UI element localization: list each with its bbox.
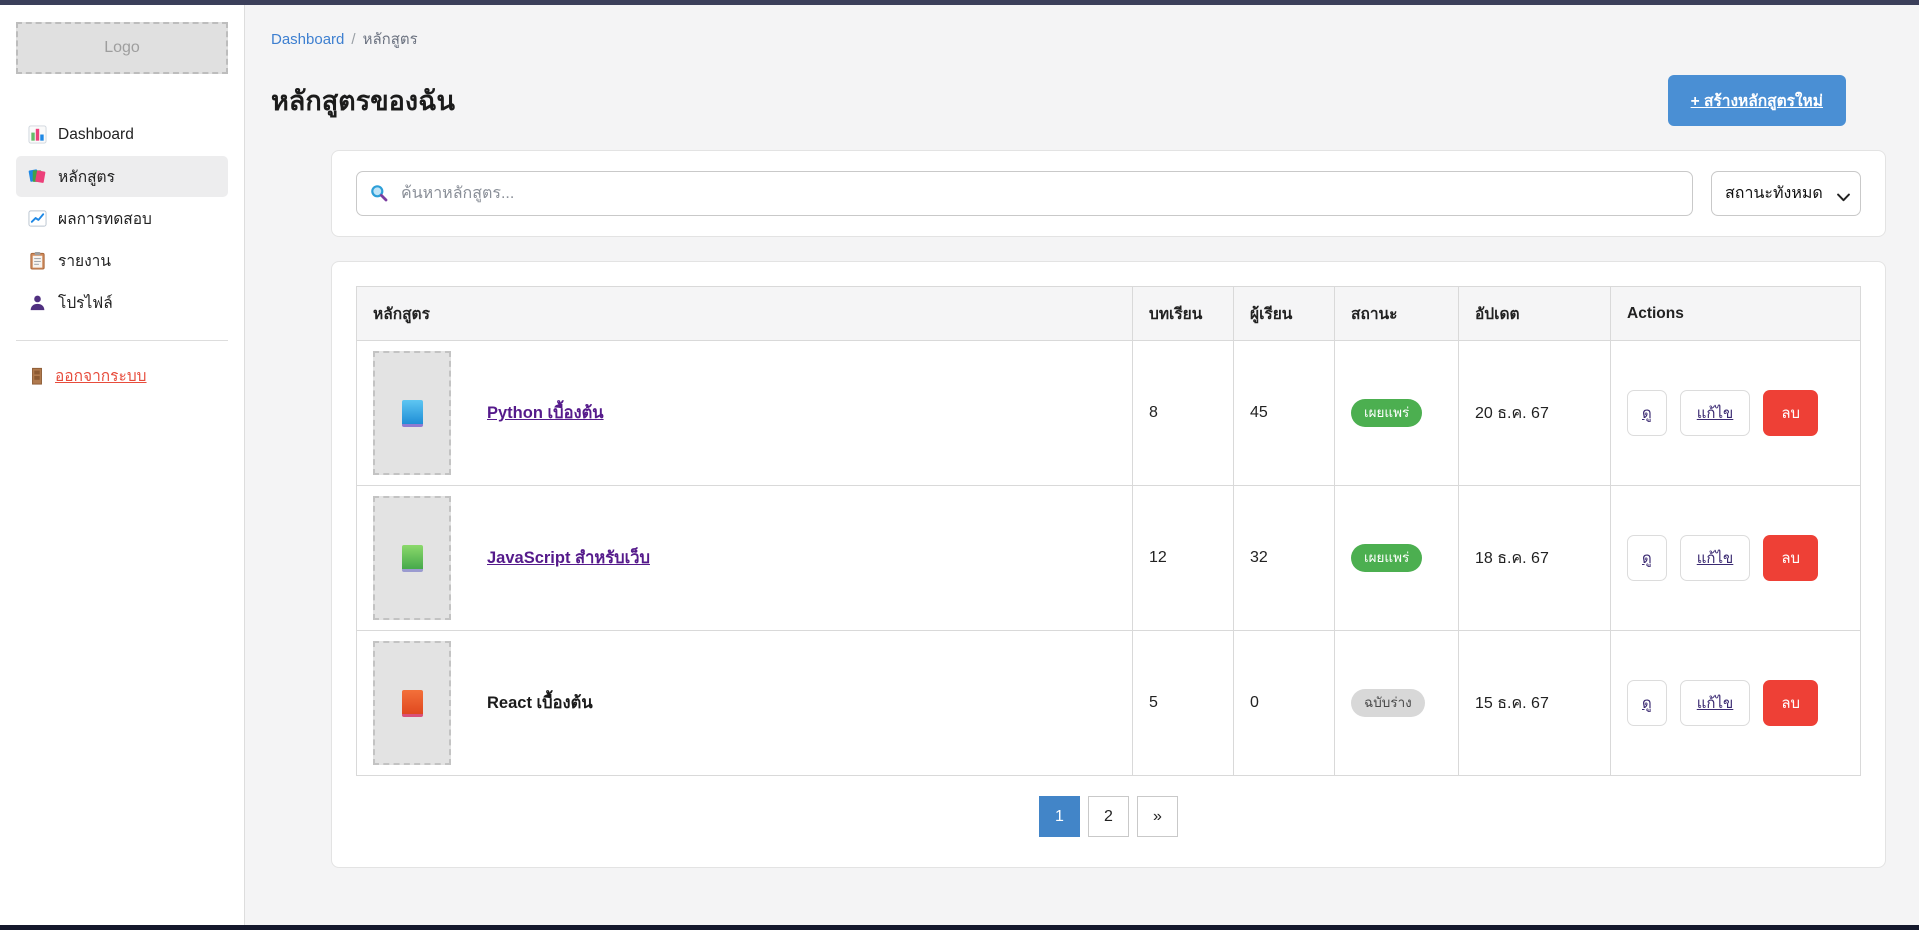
search-icon	[369, 183, 389, 203]
status-badge: เผยแพร่	[1351, 399, 1422, 427]
edit-button[interactable]: แก้ไข	[1680, 535, 1751, 581]
filter-bar: สถานะทั้งหมด	[331, 150, 1886, 237]
sidebar-item-profile[interactable]: โปรไฟล์	[16, 282, 228, 323]
edit-button[interactable]: แก้ไข	[1680, 390, 1751, 436]
course-cell: JavaScript สำหรับเว็บ	[373, 496, 1116, 620]
header-lessons: บทเรียน	[1133, 287, 1234, 341]
lessons-count: 5	[1133, 631, 1234, 776]
course-title-text: React เบื้องต้น	[487, 690, 593, 716]
table-header-row: หลักสูตร บทเรียน ผู้เรียน สถานะ อัปเดต A…	[357, 287, 1861, 341]
sidebar-item-reports[interactable]: รายงาน	[16, 240, 228, 281]
courses-table: หลักสูตร บทเรียน ผู้เรียน สถานะ อัปเดต A…	[356, 286, 1861, 776]
table-row: Python เบื้องต้น 8 45 เผยแพร่ 20 ธ.ค. 67…	[357, 341, 1861, 486]
logout-link[interactable]: ออกจากระบบ	[28, 363, 147, 388]
bottom-accent-bar	[0, 925, 1919, 930]
pagination: 1 2 »	[356, 796, 1861, 837]
page-title: หลักสูตรของฉัน	[271, 79, 455, 122]
bar-chart-icon	[28, 125, 47, 144]
delete-button[interactable]: ลบ	[1763, 535, 1818, 581]
header-students: ผู้เรียน	[1234, 287, 1335, 341]
line-chart-icon	[28, 209, 47, 228]
header-course: หลักสูตร	[357, 287, 1133, 341]
course-thumbnail-placeholder	[373, 351, 451, 475]
status-badge: เผยแพร่	[1351, 544, 1422, 572]
course-thumbnail-placeholder	[373, 641, 451, 765]
logo-text: Logo	[104, 39, 140, 57]
courses-table-card: หลักสูตร บทเรียน ผู้เรียน สถานะ อัปเดต A…	[331, 261, 1886, 868]
course-cell: Python เบื้องต้น	[373, 351, 1116, 475]
actions-cell: ดู แก้ไข ลบ	[1627, 680, 1844, 726]
door-icon	[28, 367, 46, 385]
sidebar-nav: Dashboard หลักสูตร ผลการทดสอบ รายงาน	[16, 114, 228, 324]
sidebar-item-dashboard[interactable]: Dashboard	[16, 114, 228, 155]
logout-label: ออกจากระบบ	[55, 363, 147, 388]
create-course-button[interactable]: + สร้างหลักสูตรใหม่	[1668, 75, 1846, 126]
table-row: JavaScript สำหรับเว็บ 12 32 เผยแพร่ 18 ธ…	[357, 486, 1861, 631]
course-title-link[interactable]: Python เบื้องต้น	[487, 400, 604, 426]
view-button[interactable]: ดู	[1627, 680, 1667, 726]
header-status: สถานะ	[1335, 287, 1459, 341]
sidebar-item-label: ผลการทดสอบ	[58, 206, 152, 231]
breadcrumb-separator: /	[351, 31, 355, 48]
person-icon	[28, 293, 47, 312]
delete-button[interactable]: ลบ	[1763, 680, 1818, 726]
view-button[interactable]: ดู	[1627, 535, 1667, 581]
pagination-next[interactable]: »	[1137, 796, 1178, 837]
actions-cell: ดู แก้ไข ลบ	[1627, 535, 1844, 581]
students-count: 45	[1234, 341, 1335, 486]
breadcrumb: Dashboard / หลักสูตร	[271, 27, 1886, 51]
search-wrap	[356, 171, 1693, 216]
sidebar: Logo Dashboard หลักสูตร ผลการทดสอบ	[0, 5, 245, 925]
books-icon	[28, 167, 47, 186]
status-filter-wrap: สถานะทั้งหมด	[1711, 171, 1861, 216]
view-button[interactable]: ดู	[1627, 390, 1667, 436]
green-book-icon	[402, 545, 423, 572]
lessons-count: 8	[1133, 341, 1234, 486]
students-count: 32	[1234, 486, 1335, 631]
status-filter-select[interactable]: สถานะทั้งหมด	[1711, 171, 1861, 216]
sidebar-item-courses[interactable]: หลักสูตร	[16, 156, 228, 197]
sidebar-item-test-results[interactable]: ผลการทดสอบ	[16, 198, 228, 239]
table-row: React เบื้องต้น 5 0 ฉบับร่าง 15 ธ.ค. 67 …	[357, 631, 1861, 776]
course-cell: React เบื้องต้น	[373, 641, 1116, 765]
content-inner: สถานะทั้งหมด หลักสูตร	[331, 150, 1886, 868]
course-thumbnail-placeholder	[373, 496, 451, 620]
actions-cell: ดู แก้ไข ลบ	[1627, 390, 1844, 436]
page-header: หลักสูตรของฉัน + สร้างหลักสูตรใหม่	[271, 75, 1886, 126]
orange-book-icon	[402, 690, 423, 717]
app-shell: Logo Dashboard หลักสูตร ผลการทดสอบ	[0, 5, 1919, 925]
updated-date: 18 ธ.ค. 67	[1459, 486, 1611, 631]
edit-button[interactable]: แก้ไข	[1680, 680, 1751, 726]
breadcrumb-current: หลักสูตร	[363, 31, 418, 48]
pagination-page-1[interactable]: 1	[1039, 796, 1080, 837]
updated-date: 15 ธ.ค. 67	[1459, 631, 1611, 776]
blue-book-icon	[402, 400, 423, 427]
updated-date: 20 ธ.ค. 67	[1459, 341, 1611, 486]
pagination-page-2[interactable]: 2	[1088, 796, 1129, 837]
sidebar-item-label: โปรไฟล์	[58, 290, 113, 315]
sidebar-item-label: Dashboard	[58, 126, 134, 144]
status-badge: ฉบับร่าง	[1351, 689, 1425, 717]
header-actions: Actions	[1611, 287, 1861, 341]
lessons-count: 12	[1133, 486, 1234, 631]
main-content: Dashboard / หลักสูตร หลักสูตรของฉัน + สร้า…	[245, 5, 1919, 925]
delete-button[interactable]: ลบ	[1763, 390, 1818, 436]
breadcrumb-dashboard-link[interactable]: Dashboard	[271, 31, 344, 48]
sidebar-item-label: หลักสูตร	[58, 164, 115, 189]
header-updated: อัปเดต	[1459, 287, 1611, 341]
logo-placeholder: Logo	[16, 22, 228, 74]
sidebar-item-label: รายงาน	[58, 248, 111, 273]
clipboard-icon	[28, 251, 47, 270]
course-title-link[interactable]: JavaScript สำหรับเว็บ	[487, 545, 650, 571]
students-count: 0	[1234, 631, 1335, 776]
search-input[interactable]	[356, 171, 1693, 216]
sidebar-divider	[16, 340, 228, 341]
